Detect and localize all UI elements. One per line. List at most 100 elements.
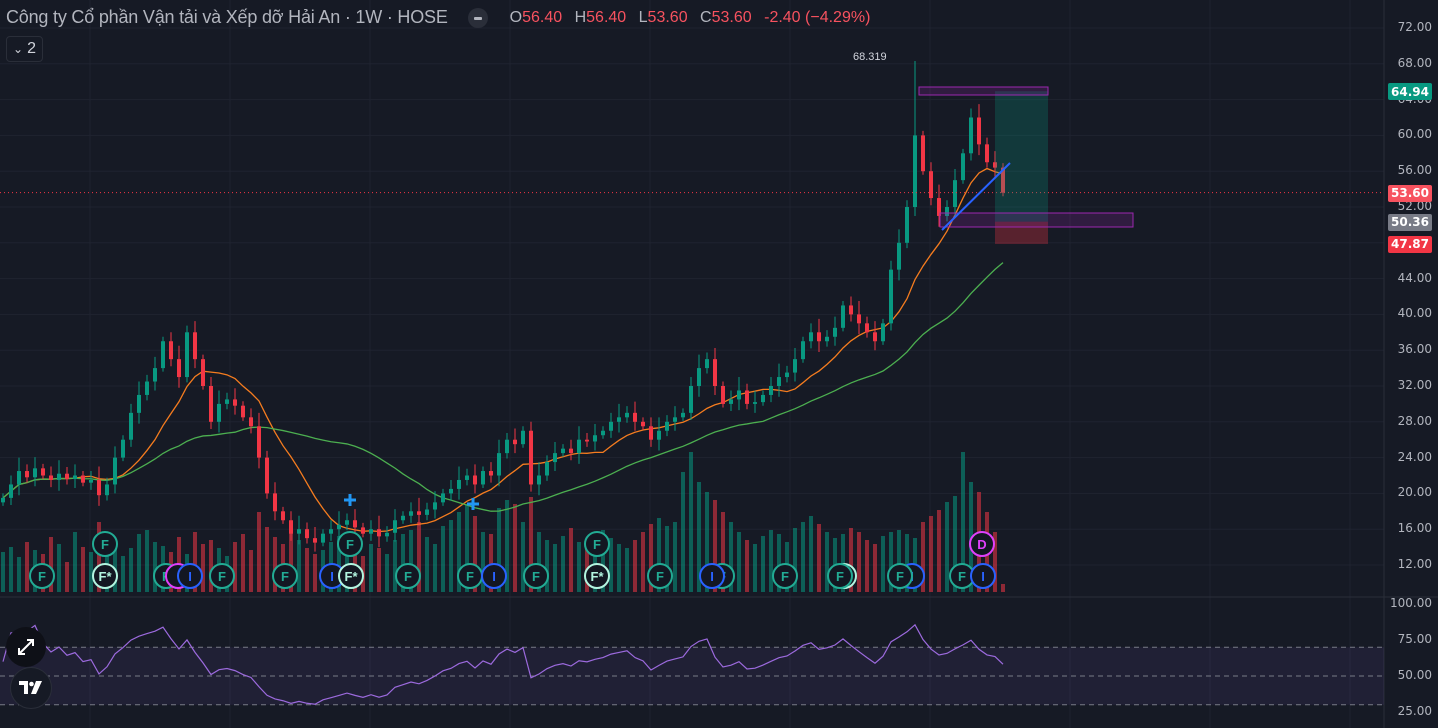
- event-label: F: [836, 569, 844, 584]
- candle: [409, 502, 413, 523]
- volume-bar: [241, 534, 245, 592]
- candle: [489, 462, 493, 483]
- symbol-title[interactable]: Công ty Cổ phần Vận tải và Xếp dỡ Hải An…: [6, 7, 448, 28]
- candle-body: [705, 359, 709, 369]
- event-label: F: [656, 569, 664, 584]
- candle-body: [193, 332, 197, 360]
- volume-bar: [425, 537, 429, 592]
- candle-body: [489, 471, 493, 476]
- volume-bar: [297, 540, 301, 592]
- volume-bar: [9, 547, 13, 592]
- candle-body: [665, 421, 669, 431]
- candle-body: [201, 359, 205, 386]
- chart-canvas[interactable]: FFF*FIFFIFF*FFIFFF*FFIFFFIFFID: [0, 0, 1438, 728]
- volume-bar: [137, 534, 141, 592]
- candle: [481, 466, 485, 489]
- candle-body: [505, 439, 509, 454]
- candle: [737, 377, 741, 411]
- volume-bar: [689, 452, 693, 592]
- candle: [177, 345, 181, 388]
- candle: [193, 321, 197, 369]
- candle: [577, 426, 581, 464]
- candle-body: [57, 473, 61, 480]
- volume-bar: [449, 520, 453, 592]
- volume-bar: [17, 557, 21, 592]
- low-key: L: [638, 8, 648, 26]
- candle-body: [601, 430, 605, 436]
- event-label: F: [958, 569, 966, 584]
- support-rectangle: [939, 212, 1134, 228]
- candle: [121, 435, 125, 462]
- indicators-toggle-button[interactable]: ⌄ 2: [6, 36, 43, 62]
- candle-body: [25, 471, 29, 478]
- event-marker-f: F: [827, 563, 853, 589]
- event-label: I: [330, 569, 334, 584]
- candle: [185, 325, 189, 383]
- candle-body: [281, 511, 285, 521]
- candle: [329, 520, 333, 541]
- tradingview-logo[interactable]: [10, 667, 52, 709]
- hide-legend-button[interactable]: [467, 7, 488, 28]
- candle-body: [673, 417, 677, 422]
- fullscreen-button[interactable]: [6, 627, 46, 667]
- volume-bar: [825, 532, 829, 592]
- volume-bar: [753, 544, 757, 592]
- long-position-target-zone: [995, 91, 1048, 222]
- candle-body: [617, 417, 621, 422]
- volume-bar: [745, 540, 749, 592]
- candle: [57, 460, 61, 491]
- candle-body: [969, 117, 973, 154]
- event-label: F: [896, 569, 904, 584]
- event-label: I: [710, 569, 714, 584]
- event-label: I: [492, 569, 496, 584]
- volume-bar: [617, 544, 621, 592]
- volume-bar: [73, 532, 77, 592]
- low-value: 53.60: [647, 8, 688, 26]
- candle: [113, 446, 117, 494]
- volume-bar: [377, 548, 381, 592]
- candle: [545, 455, 549, 481]
- candle: [137, 381, 141, 424]
- candle: [857, 300, 861, 335]
- candle-body: [657, 430, 661, 440]
- candle-body: [625, 412, 629, 418]
- candle-body: [313, 538, 317, 543]
- candle: [713, 347, 717, 395]
- candle-body: [689, 386, 693, 413]
- candle: [873, 321, 877, 351]
- candle-body: [633, 412, 637, 422]
- candle: [449, 479, 453, 501]
- candle: [145, 374, 149, 401]
- candle-body: [513, 439, 517, 445]
- candle-body: [105, 484, 109, 496]
- candle: [265, 450, 269, 499]
- candle: [257, 412, 261, 469]
- candle: [457, 466, 461, 500]
- candle: [969, 108, 973, 161]
- event-label: F: [404, 569, 412, 584]
- event-marker-f: F: [647, 563, 673, 589]
- high-key: H: [574, 8, 587, 26]
- candle-body: [209, 386, 213, 422]
- candle: [513, 428, 517, 454]
- candle-body: [953, 180, 957, 207]
- resistance-rectangle: [918, 86, 1049, 96]
- event-label: D: [977, 537, 986, 552]
- event-marker-d: D: [969, 531, 995, 557]
- candle: [97, 466, 101, 506]
- candle: [673, 406, 677, 431]
- candle-body: [401, 515, 405, 521]
- candle: [625, 406, 629, 423]
- candle-body: [425, 509, 429, 515]
- candle: [81, 471, 85, 487]
- volume-bar: [865, 540, 869, 592]
- event-label: F: [346, 537, 354, 552]
- event-label: F: [532, 569, 540, 584]
- candle-body: [153, 368, 157, 382]
- candle-body: [481, 471, 485, 485]
- candle-body: [785, 372, 789, 378]
- candle: [833, 316, 837, 346]
- candle-body: [761, 394, 765, 403]
- candle-body: [217, 403, 221, 422]
- candle-body: [305, 529, 309, 539]
